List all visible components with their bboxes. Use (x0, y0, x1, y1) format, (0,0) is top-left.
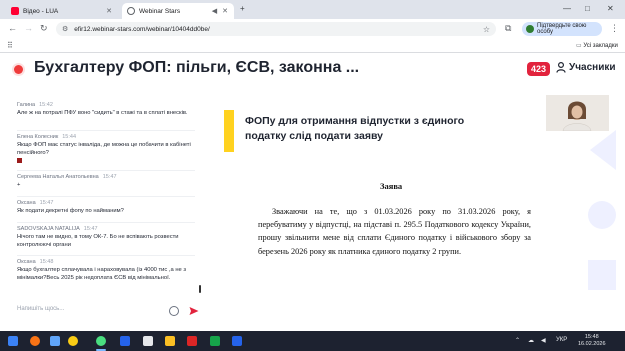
app-icon[interactable] (120, 336, 130, 346)
chat-input[interactable]: Напишіть щось... (17, 302, 157, 316)
heart-emoji-icon (17, 158, 22, 163)
webinar-header: Бухгалтеру ФОП: пільги, ЄСВ, законна ...… (0, 54, 625, 86)
message-time: 15:42 (39, 102, 53, 108)
bookmarks-bar: ⠿ ▭ Усі закладки (0, 39, 625, 53)
live-indicator-icon (14, 65, 23, 74)
message-time: 15:47 (83, 226, 98, 232)
back-icon[interactable]: ← (8, 23, 17, 33)
word-icon[interactable] (232, 336, 242, 346)
address-bar[interactable]: ⚙ efir12.webinar-stars.com/webinar/10404… (56, 22, 496, 36)
message-author: SADOVSKAJA NATALIJA (17, 226, 80, 232)
chat-message: Оксана 15:48 Якщо бухгалтер сплачувала і … (17, 259, 195, 282)
message-time: 15:47 (39, 200, 54, 206)
tab-label: Webinar Stars (139, 7, 181, 15)
close-tab-icon[interactable]: ✕ (106, 7, 112, 15)
message-author: Елена Колесник (17, 134, 59, 140)
tab-video[interactable]: Відео - LUA ✕ (6, 3, 118, 19)
file-explorer-icon[interactable] (143, 336, 153, 346)
reload-icon[interactable]: ↻ (40, 23, 48, 34)
avatar (526, 25, 534, 33)
tab-label: Відео - LUA (23, 7, 59, 15)
extensions-icon[interactable]: ⧉ (505, 23, 511, 34)
speaker-icon[interactable]: ◀ (212, 7, 217, 15)
folder-icon[interactable] (165, 336, 175, 346)
message-time: 15:44 (62, 134, 77, 140)
message-text: Але ж на потралі ПФУ воно "сидить" в ста… (17, 110, 188, 116)
close-tab-icon[interactable]: ✕ (222, 7, 228, 15)
document-heading: Заява (380, 181, 403, 191)
divider (17, 196, 195, 197)
language-indicator[interactable]: УКР (556, 337, 567, 343)
tab-webinar[interactable]: Webinar Stars ◀ ✕ (122, 3, 234, 19)
chat-message: SADOVSKAJA NATALIJA 15:47 Нічого там не в… (17, 226, 195, 249)
webinar-title: Бухгалтеру ФОП: пільги, ЄСВ, законна ... (34, 59, 360, 76)
divider (17, 170, 195, 171)
webinar-icon (127, 7, 135, 15)
apps-icon[interactable]: ⠿ (7, 41, 13, 50)
app-red-icon[interactable] (187, 336, 197, 346)
divider (17, 255, 195, 256)
profile-button[interactable]: Підтвердьте свою особу (522, 22, 602, 36)
clock-time: 15:48 (584, 334, 599, 340)
document-body: Зважаючи на те, що з 01.03.2026 року по … (258, 207, 531, 256)
new-tab-button[interactable]: + (240, 4, 245, 13)
volume-icon[interactable]: ◀ (541, 337, 546, 344)
menu-icon[interactable]: ⋮ (610, 23, 619, 34)
slide-accent-bar (224, 110, 234, 152)
youtube-icon (11, 7, 19, 15)
slide-title: ФОПу для отримання відпустки з єдиного п… (245, 115, 465, 142)
presenter-icon (546, 95, 609, 131)
clock-date: 16.02.2026 (578, 341, 606, 347)
participant-count-badge: 423 (527, 62, 551, 76)
close-window-button[interactable]: ✕ (607, 4, 614, 13)
chat-panel: Галина 15:42 Але ж на потралі ПФУ воно "с… (9, 90, 205, 326)
chat-message: Сергеева Наталья Анатольевна 15:47 + (17, 174, 195, 190)
url-text: efir12.webinar-stars.com/webinar/10404dd… (74, 25, 210, 33)
browser-tab-strip: Відео - LUA ✕ Webinar Stars ◀ ✕ + — □ ✕ (0, 0, 625, 19)
bookmark-star-icon[interactable]: ☆ (483, 25, 490, 34)
chrome-icon[interactable] (96, 336, 106, 346)
emoji-icon[interactable] (169, 306, 179, 316)
participants-button[interactable]: Учасники (556, 62, 616, 73)
clock[interactable]: 15:48 16.02.2026 (578, 334, 606, 348)
chrome-yellow-icon[interactable] (68, 336, 78, 346)
tray-chevron-icon[interactable]: ⌃ (515, 337, 520, 344)
chat-message: Галина 15:42 Але ж на потралі ПФУ воно "с… (17, 102, 195, 118)
forward-icon[interactable]: → (24, 23, 33, 33)
minimize-button[interactable]: — (563, 4, 571, 13)
profile-label: Підтвердьте свою особу (537, 23, 587, 35)
divider (17, 222, 195, 223)
chat-scrollbar[interactable] (199, 285, 201, 293)
outlook-icon[interactable] (50, 336, 60, 346)
browser-toolbar: ← → ↻ ⚙ efir12.webinar-stars.com/webinar… (0, 19, 625, 39)
windows-start-icon[interactable] (8, 336, 18, 346)
divider (17, 130, 195, 131)
message-text: Нічого там не видно, в тому ОК-7. Бо не … (17, 234, 179, 248)
message-text: Якщо бухгалтер сплачувала і нараховувала… (17, 267, 187, 281)
taskbar: ⌃ ☁ ◀ УКР 15:48 16.02.2026 (0, 331, 625, 351)
site-info-icon[interactable]: ⚙ (62, 25, 68, 33)
firefox-icon[interactable] (30, 336, 40, 346)
brand-watermark-icon (588, 130, 616, 290)
chat-message: Оксана 15:47 Як подати декретні фопу по н… (17, 200, 195, 216)
chat-message: Елена Колесник 15:44 Якщо ФОП має статус … (17, 134, 195, 163)
message-time: 15:47 (102, 174, 117, 180)
participants-label: Учасники (569, 62, 616, 73)
message-author: Галина (17, 102, 36, 108)
cloud-icon[interactable]: ☁ (528, 337, 534, 344)
message-author: Оксана (17, 200, 36, 206)
message-author: Оксана (17, 259, 36, 265)
message-author: Сергеева Наталья Анатольевна (17, 174, 99, 180)
message-text: Якщо ФОП має статус інваліда, де можна ц… (17, 142, 191, 156)
message-text: Як подати декретні фопу по найманим? (17, 208, 124, 214)
message-time: 15:48 (39, 259, 54, 265)
message-text: + (17, 182, 21, 188)
maximize-button[interactable]: □ (585, 4, 590, 13)
excel-icon[interactable] (210, 336, 220, 346)
user-icon (556, 62, 566, 73)
presenter-video[interactable] (546, 95, 609, 131)
all-bookmarks-button[interactable]: ▭ Усі закладки (576, 42, 618, 49)
send-icon[interactable] (189, 306, 199, 316)
